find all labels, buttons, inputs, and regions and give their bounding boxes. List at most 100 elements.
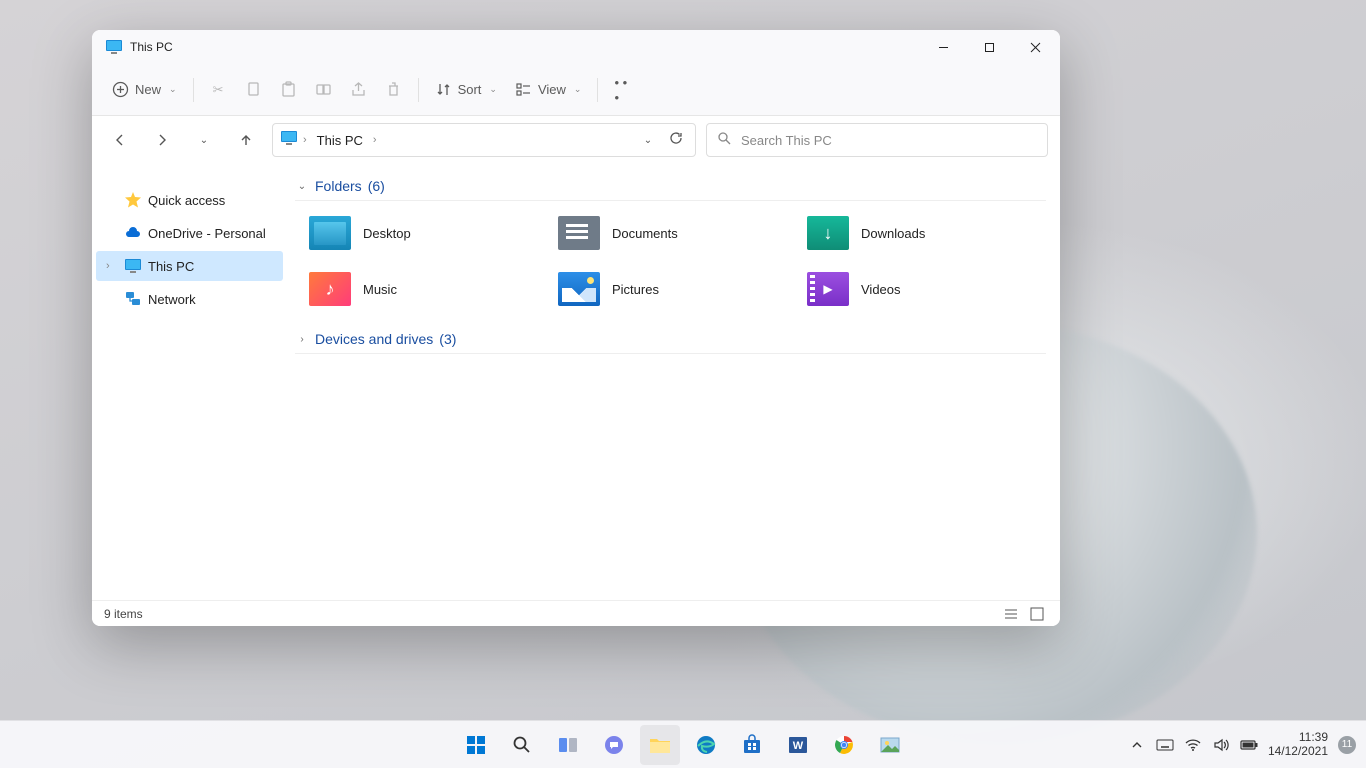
new-button[interactable]: New ⌄: [104, 72, 185, 108]
delete-button[interactable]: [377, 72, 410, 108]
clock[interactable]: 11:39 14/12/2021: [1268, 731, 1328, 759]
rename-button[interactable]: [307, 72, 340, 108]
refresh-button[interactable]: [665, 131, 687, 150]
back-button[interactable]: [104, 124, 136, 156]
status-bar: 9 items: [92, 600, 1060, 626]
rename-icon: [315, 81, 332, 98]
folder-videos[interactable]: Videos: [807, 267, 1046, 311]
chevron-right-icon: ›: [106, 260, 118, 272]
word-button[interactable]: W: [778, 725, 818, 765]
music-folder-icon: [309, 272, 351, 306]
scissors-icon: ✂: [210, 81, 227, 98]
cut-button[interactable]: ✂: [202, 72, 235, 108]
volume-icon[interactable]: [1212, 736, 1230, 754]
paste-button[interactable]: [272, 72, 305, 108]
breadcrumb-segment[interactable]: This PC: [313, 131, 367, 150]
view-label: View: [538, 82, 566, 97]
separator: [193, 78, 194, 102]
file-explorer-window: This PC New ⌄ ✂ Sort ⌄ View ⌄: [92, 30, 1060, 626]
group-count: (3): [439, 331, 456, 347]
store-button[interactable]: [732, 725, 772, 765]
forward-button[interactable]: [146, 124, 178, 156]
sort-button[interactable]: Sort ⌄: [427, 72, 505, 108]
start-button[interactable]: [456, 725, 496, 765]
this-pc-icon: [281, 131, 297, 150]
group-header-devices[interactable]: › Devices and drives (3): [295, 325, 1046, 354]
desktop-folder-icon: [309, 216, 351, 250]
sort-icon: [435, 81, 452, 98]
folder-documents[interactable]: Documents: [558, 211, 797, 255]
details-view-button[interactable]: [1000, 604, 1022, 624]
sidebar-item-onedrive[interactable]: › OneDrive - Personal: [96, 218, 283, 248]
this-pc-icon: [124, 257, 142, 275]
group-label: Devices and drives: [315, 331, 433, 347]
folder-label: Documents: [612, 226, 678, 241]
keyboard-icon[interactable]: [1156, 736, 1174, 754]
folder-desktop[interactable]: Desktop: [309, 211, 548, 255]
up-button[interactable]: [230, 124, 262, 156]
copy-button[interactable]: [237, 72, 270, 108]
sort-label: Sort: [458, 82, 482, 97]
chevron-right-icon: ›: [295, 334, 309, 345]
maximize-button[interactable]: [966, 30, 1012, 64]
edge-button[interactable]: [686, 725, 726, 765]
folder-downloads[interactable]: Downloads: [807, 211, 1046, 255]
close-button[interactable]: [1012, 30, 1058, 64]
chevron-down-icon: ⌄: [574, 84, 582, 95]
chevron-right-icon: ›: [303, 134, 307, 146]
thumbnails-view-button[interactable]: [1026, 604, 1048, 624]
more-button[interactable]: • • •: [606, 72, 639, 108]
wifi-icon[interactable]: [1184, 736, 1202, 754]
taskbar: W 11:39 14/12/2021 11: [0, 720, 1366, 768]
taskbar-center: W: [456, 725, 910, 765]
folder-music[interactable]: Music: [309, 267, 548, 311]
group-count: (6): [368, 178, 385, 194]
folder-label: Desktop: [363, 226, 411, 241]
chevron-down-icon: ⌄: [489, 84, 497, 95]
folder-label: Pictures: [612, 282, 659, 297]
search-placeholder: Search This PC: [741, 133, 832, 148]
chevron-down-icon: ⌄: [295, 181, 309, 192]
system-tray: 11:39 14/12/2021 11: [1128, 731, 1366, 759]
search-icon: [717, 131, 731, 150]
clock-date: 14/12/2021: [1268, 745, 1328, 759]
sidebar-item-this-pc[interactable]: › This PC: [96, 251, 283, 281]
share-button[interactable]: [342, 72, 375, 108]
folders-grid: Desktop Documents Downloads Music Pictur…: [295, 201, 1046, 325]
chrome-button[interactable]: [824, 725, 864, 765]
sidebar-item-label: OneDrive - Personal: [148, 226, 266, 241]
sidebar-item-label: Quick access: [148, 193, 225, 208]
view-icon: [515, 81, 532, 98]
folder-pictures[interactable]: Pictures: [558, 267, 797, 311]
notification-badge[interactable]: 11: [1338, 736, 1356, 754]
tray-overflow-button[interactable]: [1128, 736, 1146, 754]
sidebar-item-network[interactable]: › Network: [96, 284, 283, 314]
photos-button[interactable]: [870, 725, 910, 765]
star-icon: [124, 191, 142, 209]
separator: [418, 78, 419, 102]
taskbar-search-button[interactable]: [502, 725, 542, 765]
toolbar: New ⌄ ✂ Sort ⌄ View ⌄ • • •: [92, 64, 1060, 116]
file-explorer-taskbar-button[interactable]: [640, 725, 680, 765]
sidebar-item-label: This PC: [148, 259, 194, 274]
recent-locations-button[interactable]: ⌄: [188, 124, 220, 156]
search-input[interactable]: Search This PC: [706, 123, 1048, 157]
copy-icon: [245, 81, 262, 98]
chat-button[interactable]: [594, 725, 634, 765]
address-bar[interactable]: › This PC › ⌄: [272, 123, 696, 157]
svg-text:W: W: [793, 740, 804, 752]
sidebar-item-quick-access[interactable]: › Quick access: [96, 185, 283, 215]
plus-circle-icon: [112, 81, 129, 98]
task-view-button[interactable]: [548, 725, 588, 765]
minimize-button[interactable]: [920, 30, 966, 64]
view-button[interactable]: View ⌄: [507, 72, 590, 108]
ellipsis-icon: • • •: [614, 81, 631, 98]
group-header-folders[interactable]: ⌄ Folders (6): [295, 172, 1046, 201]
new-label: New: [135, 82, 161, 97]
titlebar[interactable]: This PC: [92, 30, 1060, 64]
battery-icon[interactable]: [1240, 736, 1258, 754]
address-dropdown[interactable]: ⌄: [637, 135, 659, 146]
folder-label: Music: [363, 282, 397, 297]
pictures-folder-icon: [558, 272, 600, 306]
group-label: Folders: [315, 178, 362, 194]
